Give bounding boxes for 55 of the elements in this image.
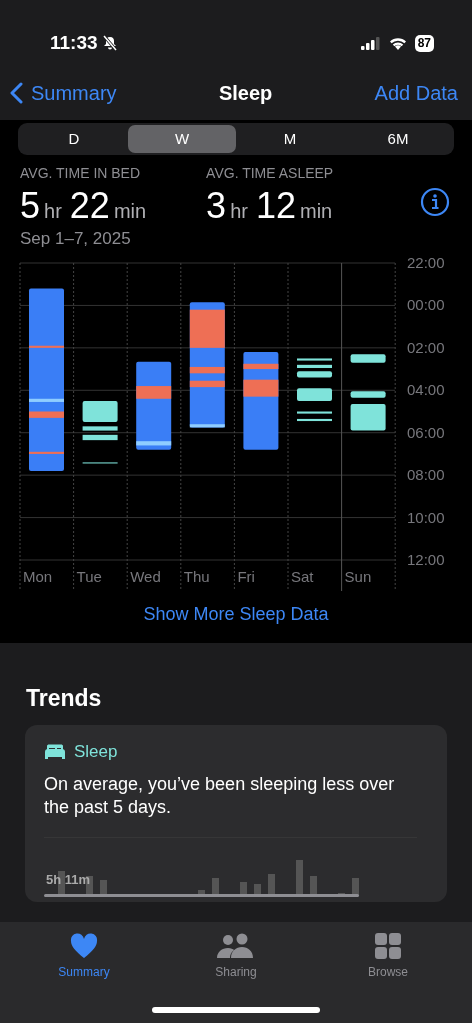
axis-label: Thu [183,567,210,585]
sleep-bar [297,357,332,421]
axis-label: Mon [23,567,53,585]
tab-bar-item[interactable]: Summary [24,932,144,1023]
segment-tab[interactable]: D [20,125,128,153]
segment-tab[interactable]: M [236,125,344,153]
axis-label: Tue [76,567,102,585]
axis-label: 08:00 [407,465,445,483]
stat-value: 12 [255,188,296,224]
trend-message: On average, you’ve been sleeping less over the past 5 days. [44,772,396,819]
axis-label: 00:00 [407,295,445,313]
back-button[interactable]: Summary [10,78,117,108]
grid-icon [375,933,401,959]
add-data-button[interactable]: Add Data [374,78,458,108]
wifi-icon [388,36,407,50]
battery-level: 87 [414,34,434,52]
screen-title: Sleep [218,81,273,106]
axis-label: 04:00 [407,380,445,398]
show-more-link[interactable]: Show More Sleep Data [137,599,335,629]
section-title: Trends [25,683,103,713]
back-chevron-icon [10,82,23,104]
unit-label: min [300,199,333,224]
axis-label: 12:00 [407,550,445,568]
category-label: Sleep [74,741,118,763]
axis-label: Sat [291,567,314,585]
stat-label: AVG. TIME ASLEEP [206,164,335,183]
muted-bell-icon [101,35,118,51]
bed-icon [44,743,66,760]
trend-card[interactable]: Sleep On average, you’ve been sleeping less over the past 5 days. 5h 11m [25,725,447,903]
axis-label: 10:00 [407,508,445,526]
heart-icon [70,933,98,959]
stat-value: 5 [20,188,41,224]
people-icon [217,933,255,959]
segment-tab[interactable]: W [128,125,236,153]
axis-label: Fri [237,567,255,585]
stat-value: 22 [69,188,110,224]
unit-label: min [113,199,147,224]
axis-label: 02:00 [407,338,445,356]
sleep-bar [82,400,118,463]
axis-label: Wed [130,567,161,585]
tab-bar-item[interactable]: Sharing [176,932,296,1023]
axis-label: 22:00 [407,255,445,271]
average-label: 5h 11m [46,871,91,890]
segment-tab[interactable]: 6M [344,125,452,153]
signal-icon [360,36,381,50]
info-icon[interactable] [420,187,450,217]
date-range: Sep 1–7, 2025 [19,228,132,250]
axis-label: Sun [344,567,372,585]
unit-label: hr [230,199,248,224]
stat-label: AVG. TIME IN BED [20,164,142,183]
axis-label: 06:00 [407,423,445,441]
tab-bar-item[interactable]: Browse [328,932,448,1023]
unit-label: hr [44,199,62,224]
stat-value: 3 [206,188,227,224]
clock-time: 11:33 [50,30,98,55]
